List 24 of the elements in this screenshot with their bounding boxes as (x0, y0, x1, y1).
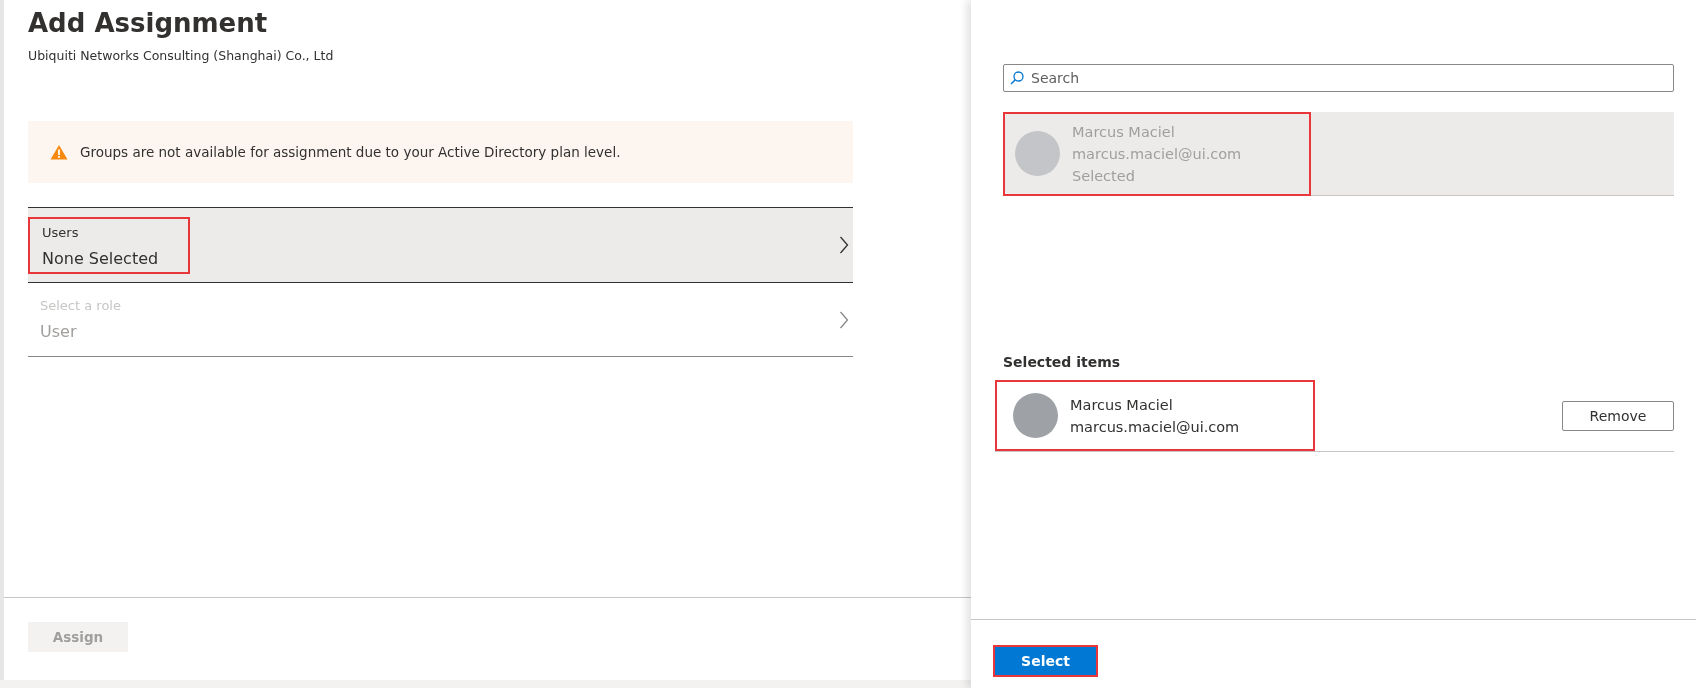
chevron-icon (839, 310, 849, 329)
search-field[interactable]: Search (1003, 64, 1674, 92)
page-title: Add Assignment (28, 7, 269, 40)
remove-button[interactable]: Remove (1562, 400, 1674, 431)
selection-status: Selected (1072, 166, 1136, 186)
user-email: marcus.maciel@ui.com (1070, 417, 1240, 437)
field-label: Users (42, 224, 80, 240)
user-name: Marcus Maciel (1072, 122, 1176, 142)
page-subtitle: Ubiquiti Networks Consulting (Shanghai) Co., Ltd (28, 48, 335, 63)
avatar (1013, 393, 1058, 438)
field-value: None Selected (42, 248, 159, 268)
warning-icon (50, 144, 68, 160)
warning-text: Groups are not available for assignment due to your Active Directory plan level. (80, 144, 621, 160)
selector-row[interactable]: Users None Selected (28, 207, 853, 282)
user-email: marcus.maciel@ui.com (1072, 144, 1242, 164)
result-row[interactable]: Marcus Maciel marcus.maciel@ui.com Selected (1003, 112, 1674, 196)
avatar (1015, 131, 1060, 176)
field-label: Select a role (40, 298, 121, 313)
field-value: User (40, 322, 78, 341)
search-icon (1010, 71, 1024, 85)
chevron-icon (839, 236, 849, 254)
select-button[interactable]: Select (993, 645, 1098, 677)
section-heading: Selected items (1003, 354, 1122, 370)
user-name: Marcus Maciel (1070, 395, 1174, 415)
